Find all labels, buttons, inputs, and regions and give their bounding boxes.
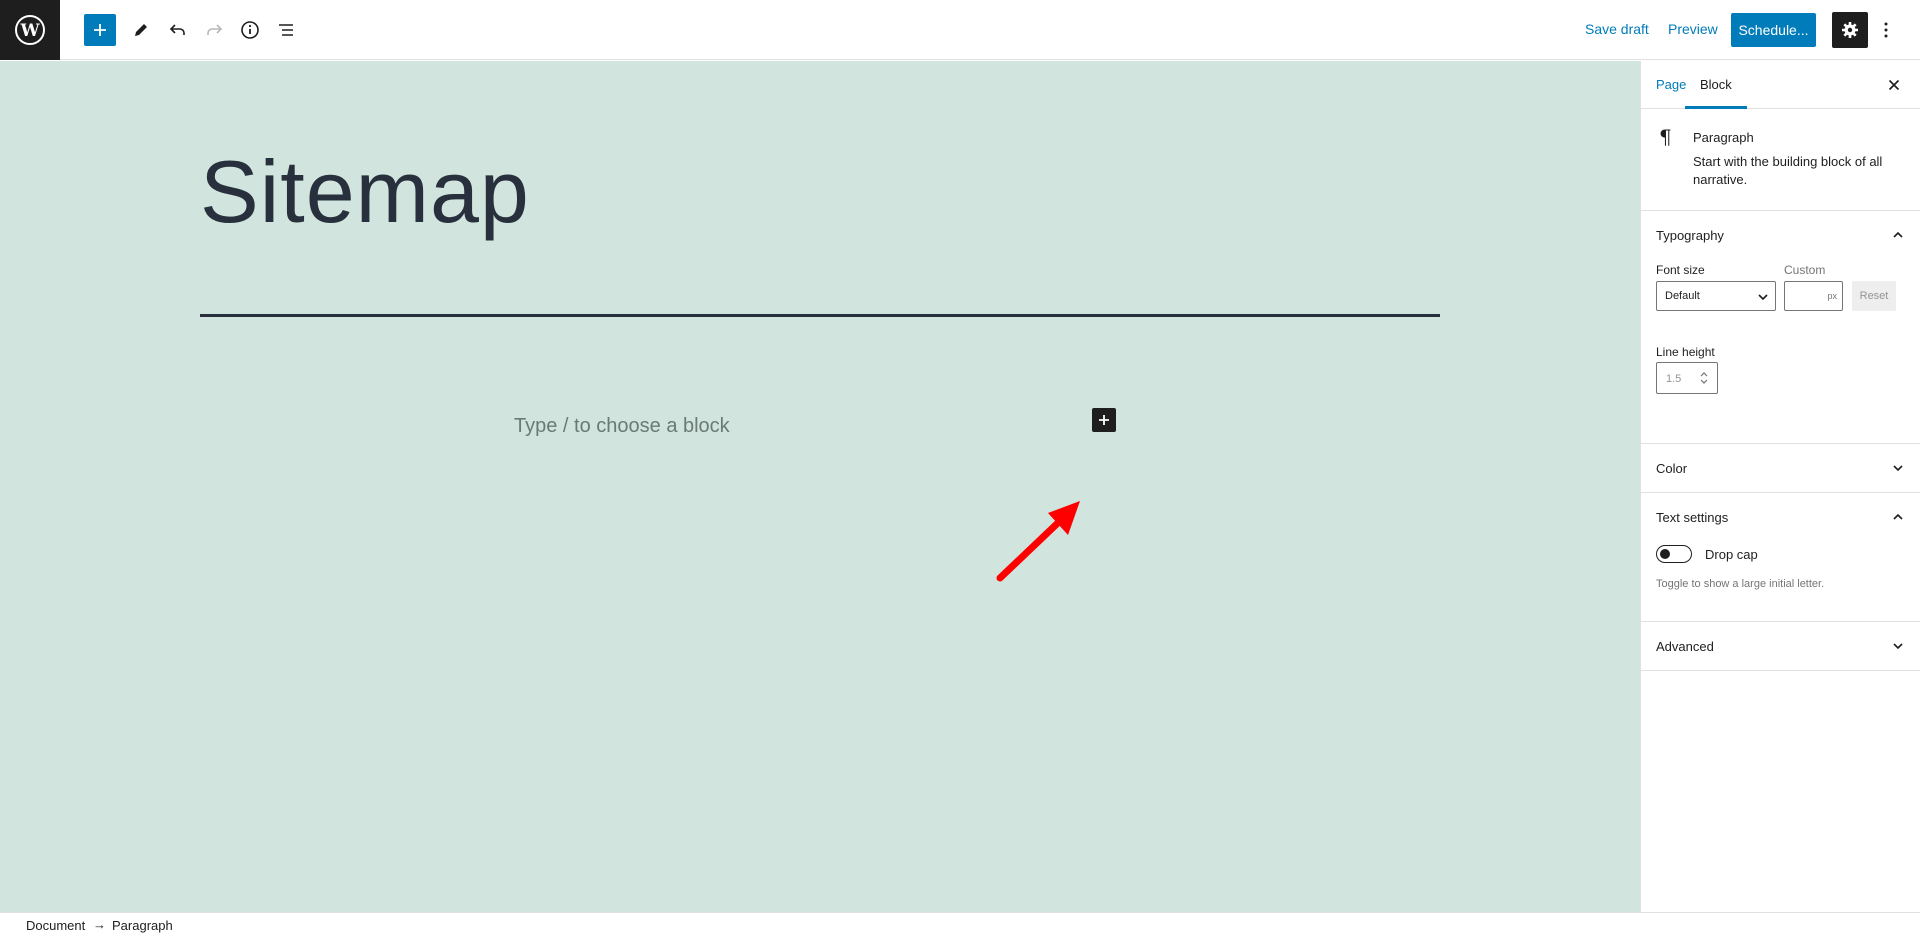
text-settings-panel: Text settings Drop cap Toggle to show a … — [1641, 493, 1920, 622]
block-breadcrumb: Document → Paragraph — [0, 912, 1920, 937]
undo-icon — [169, 24, 185, 35]
editor-toolbar: W Save draft Preview Schedule... — [0, 0, 1920, 60]
custom-size-unit: px — [1827, 291, 1837, 301]
block-inserter-button[interactable] — [1092, 408, 1116, 432]
edit-tools-button[interactable] — [123, 12, 159, 48]
chevron-down-icon — [1893, 643, 1903, 650]
settings-button[interactable] — [1832, 12, 1868, 48]
chevron-up-icon — [1893, 513, 1903, 520]
text-settings-panel-toggle[interactable]: Text settings — [1641, 493, 1920, 541]
pencil-icon — [135, 24, 147, 36]
tab-page[interactable]: Page — [1656, 61, 1686, 109]
schedule-button[interactable]: Schedule... — [1731, 13, 1816, 47]
title-separator — [200, 314, 1440, 317]
typography-body: Font size Custom Default px Reset Line h… — [1641, 259, 1920, 443]
empty-paragraph-block[interactable]: Type / to choose a block — [514, 415, 730, 438]
close-icon — [1888, 79, 1900, 91]
typography-heading: Typography — [1656, 228, 1724, 243]
page-title[interactable]: Sitemap — [200, 141, 530, 243]
advanced-panel: Advanced — [1641, 622, 1920, 671]
list-view-icon — [279, 24, 293, 36]
save-draft-button[interactable]: Save draft — [1585, 21, 1649, 37]
tab-block[interactable]: Block — [1685, 61, 1747, 109]
font-size-value: Default — [1665, 290, 1700, 302]
add-block-button[interactable] — [84, 14, 116, 46]
color-panel: Color — [1641, 444, 1920, 493]
block-card-title: Paragraph — [1693, 130, 1754, 145]
breadcrumb-document[interactable]: Document — [26, 918, 85, 933]
spinner-arrows-icon[interactable] — [1699, 370, 1709, 386]
close-sidebar-button[interactable] — [1882, 73, 1906, 97]
typography-panel: Typography Font size Custom Default px R… — [1641, 211, 1920, 444]
line-height-value: 1.5 — [1666, 373, 1682, 385]
paragraph-icon: ¶ — [1659, 125, 1672, 149]
advanced-panel-toggle[interactable]: Advanced — [1641, 622, 1920, 670]
info-icon — [241, 21, 259, 39]
color-heading: Color — [1656, 461, 1688, 476]
plus-icon — [1099, 415, 1109, 425]
redo-icon — [207, 24, 223, 35]
chevron-down-icon — [1893, 465, 1903, 472]
toggle-knob — [1660, 549, 1670, 559]
font-size-label: Font size — [1656, 263, 1705, 277]
line-height-input[interactable]: 1.5 — [1656, 362, 1718, 394]
block-card-description: Start with the building block of all nar… — [1693, 154, 1883, 187]
kebab-icon — [1884, 22, 1888, 38]
drop-cap-toggle[interactable] — [1656, 545, 1692, 563]
breadcrumb-separator: → — [93, 917, 106, 932]
breadcrumb-paragraph[interactable]: Paragraph — [112, 918, 173, 933]
editor-canvas: Sitemap Type / to choose a block — [0, 61, 1640, 912]
line-height-label: Line height — [1656, 345, 1715, 359]
reset-font-size-button[interactable]: Reset — [1852, 281, 1896, 311]
more-options-button[interactable] — [1874, 12, 1898, 48]
settings-sidebar: Page Block ¶ Paragraph Start with the bu… — [1640, 61, 1920, 912]
block-card: ¶ Paragraph Start with the building bloc… — [1641, 109, 1920, 211]
list-view-button[interactable] — [268, 12, 304, 48]
details-button[interactable] — [232, 12, 268, 48]
svg-text:W: W — [19, 21, 40, 41]
sidebar-tabs: Page Block — [1641, 61, 1920, 109]
gear-icon — [1842, 22, 1858, 38]
preview-button[interactable]: Preview — [1668, 21, 1718, 37]
drop-cap-help: Toggle to show a large initial letter. — [1656, 578, 1825, 590]
custom-size-label: Custom — [1784, 263, 1826, 277]
plus-icon — [94, 24, 106, 36]
undo-button[interactable] — [160, 12, 196, 48]
typography-panel-toggle[interactable]: Typography — [1641, 211, 1920, 259]
annotation-arrow-icon — [996, 501, 1080, 582]
color-panel-toggle[interactable]: Color — [1641, 444, 1920, 492]
redo-button[interactable] — [196, 12, 232, 48]
custom-font-size-input[interactable]: px — [1784, 281, 1843, 311]
chevron-up-icon — [1893, 231, 1903, 238]
chevron-down-icon — [1758, 294, 1768, 301]
drop-cap-label: Drop cap — [1705, 547, 1758, 562]
advanced-heading: Advanced — [1656, 639, 1714, 654]
wordpress-logo-icon[interactable]: W — [0, 0, 60, 60]
text-settings-body: Drop cap Toggle to show a large initial … — [1641, 541, 1920, 621]
font-size-select[interactable]: Default — [1656, 281, 1776, 311]
text-settings-heading: Text settings — [1656, 510, 1729, 525]
